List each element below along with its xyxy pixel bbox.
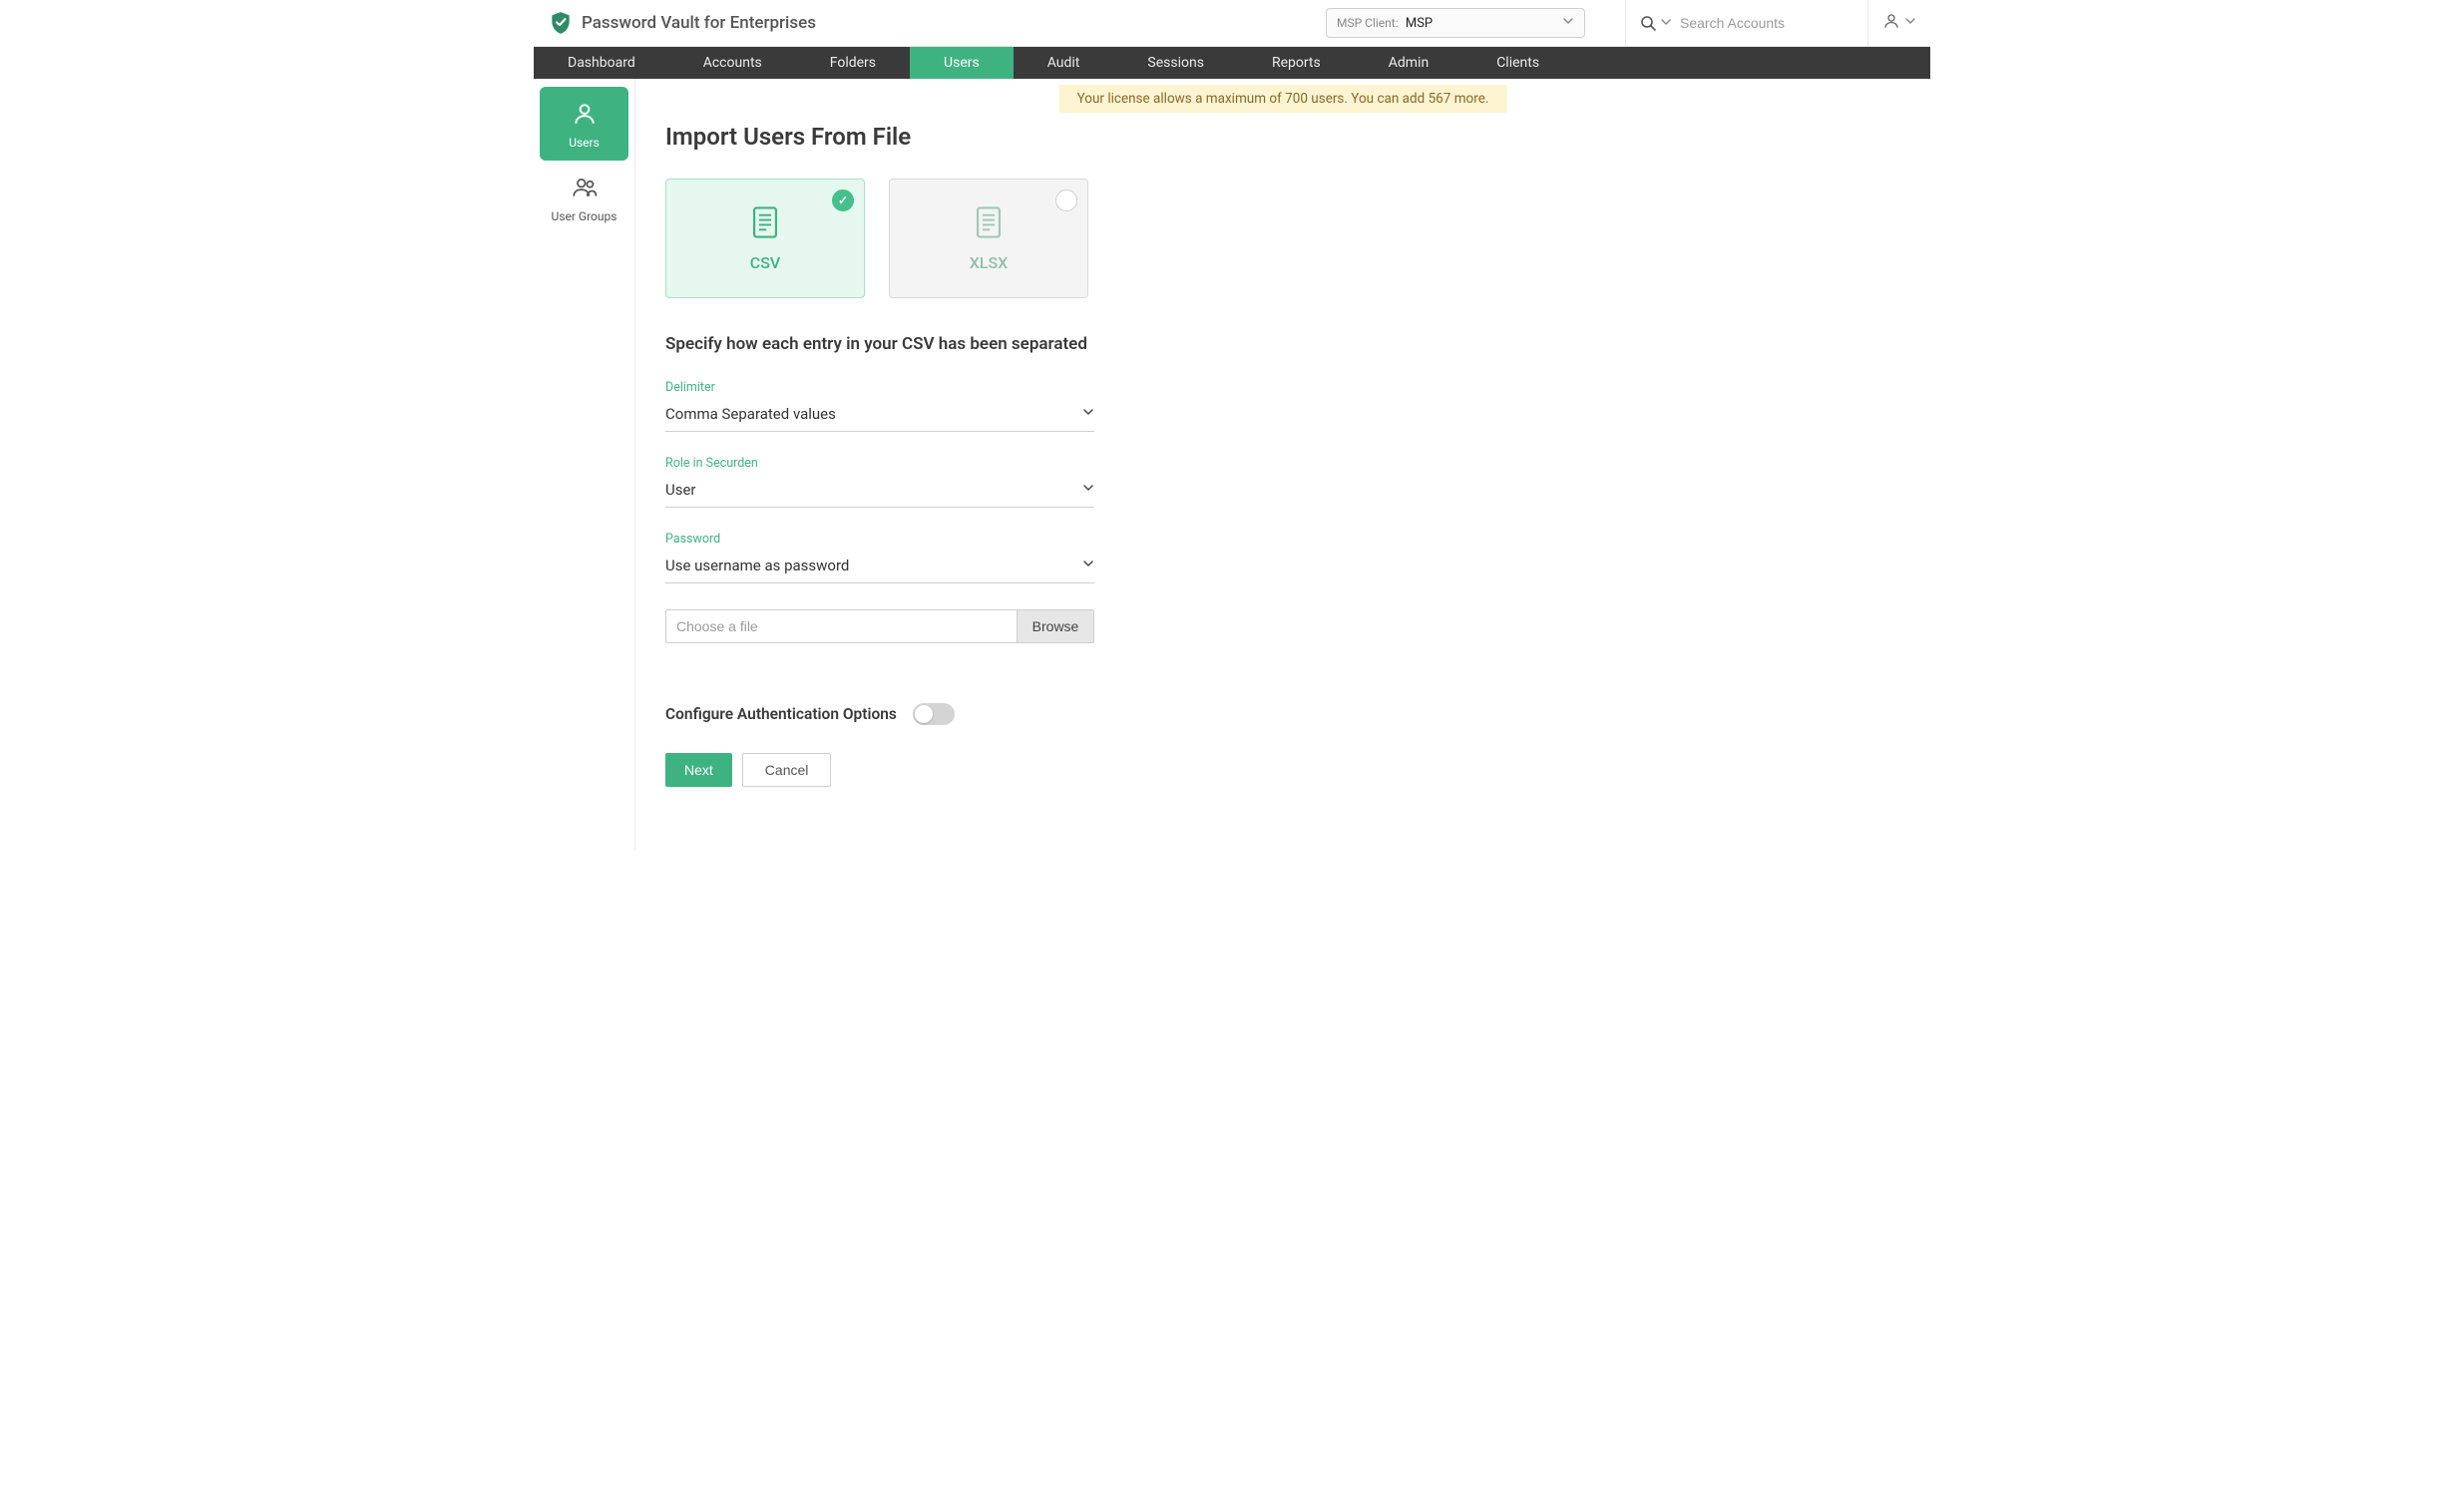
chevron-down-icon [1082,558,1094,573]
main-nav: Dashboard Accounts Folders Users Audit S… [534,47,1930,79]
msp-client-label: MSP Client: [1337,16,1399,30]
check-circle-icon [832,189,854,211]
password-field: Password Use username as password [665,532,1094,583]
file-input[interactable] [665,609,1017,643]
format-label: XLSX [970,253,1009,272]
import-form: Specify how each entry in your CSV has b… [665,334,1094,787]
chevron-down-icon [1904,15,1916,31]
file-icon [750,205,780,243]
auth-options-row: Configure Authentication Options [665,703,1094,725]
delimiter-select[interactable]: Comma Separated values [665,401,1094,432]
license-banner: Your license allows a maximum of 700 use… [1059,85,1507,113]
nav-admin[interactable]: Admin [1355,47,1462,79]
role-label: Role in Securden [665,456,1094,471]
user-icon [572,101,598,130]
search-area [1625,0,1857,46]
nav-users[interactable]: Users [910,47,1014,79]
user-icon [1882,12,1900,34]
sidebar-item-label: Users [569,136,600,150]
section-heading: Specify how each entry in your CSV has b… [665,334,1094,354]
sidebar-item-user-groups[interactable]: User Groups [540,161,628,234]
file-chooser-row: Browse [665,609,1094,643]
page-title: Import Users From File [665,123,1900,151]
form-actions: Next Cancel [665,753,1094,787]
password-select[interactable]: Use username as password [665,553,1094,583]
auth-options-label: Configure Authentication Options [665,705,897,723]
main-content: Your license allows a maximum of 700 use… [635,79,1930,851]
delimiter-field: Delimiter Comma Separated values [665,380,1094,432]
password-value: Use username as password [665,557,849,574]
sidebar-item-label: User Groups [552,209,617,223]
top-header: Password Vault for Enterprises MSP Clien… [534,0,1930,47]
delimiter-value: Comma Separated values [665,405,836,423]
cancel-button[interactable]: Cancel [742,753,832,787]
role-field: Role in Securden User [665,456,1094,508]
nav-reports[interactable]: Reports [1238,47,1355,79]
delimiter-label: Delimiter [665,380,1094,395]
chevron-down-icon [1082,482,1094,498]
msp-client-select[interactable]: MSP Client: MSP [1326,8,1585,38]
search-input[interactable] [1678,14,1857,32]
search-scope-chevron-icon[interactable] [1660,16,1672,31]
role-select[interactable]: User [665,477,1094,508]
nav-dashboard[interactable]: Dashboard [534,47,669,79]
nav-clients[interactable]: Clients [1462,47,1573,79]
file-icon [974,205,1004,243]
chevron-down-icon [1562,15,1574,31]
msp-client-value: MSP [1406,16,1433,31]
shield-logo-icon [548,10,574,36]
sidebar-item-users[interactable]: Users [540,87,628,161]
format-card-xlsx[interactable]: XLSX [889,179,1088,298]
nav-accounts[interactable]: Accounts [669,47,796,79]
format-cards: CSV XLSX [665,179,1900,298]
radio-icon [1055,189,1077,211]
password-label: Password [665,532,1094,547]
role-value: User [665,481,696,499]
format-card-csv[interactable]: CSV [665,179,865,298]
nav-audit[interactable]: Audit [1014,47,1114,79]
app-title: Password Vault for Enterprises [582,13,816,33]
chevron-down-icon [1082,406,1094,422]
toggle-knob [915,705,933,723]
nav-sessions[interactable]: Sessions [1113,47,1238,79]
format-label: CSV [750,253,780,272]
search-icon[interactable] [1640,15,1656,31]
user-menu[interactable] [1867,0,1916,46]
browse-button[interactable]: Browse [1017,609,1094,643]
logo-area: Password Vault for Enterprises [548,10,816,36]
nav-folders[interactable]: Folders [796,47,910,79]
auth-options-toggle[interactable] [913,703,955,725]
side-rail: Users User Groups [534,79,635,851]
next-button[interactable]: Next [665,753,732,787]
user-group-icon [572,175,598,203]
